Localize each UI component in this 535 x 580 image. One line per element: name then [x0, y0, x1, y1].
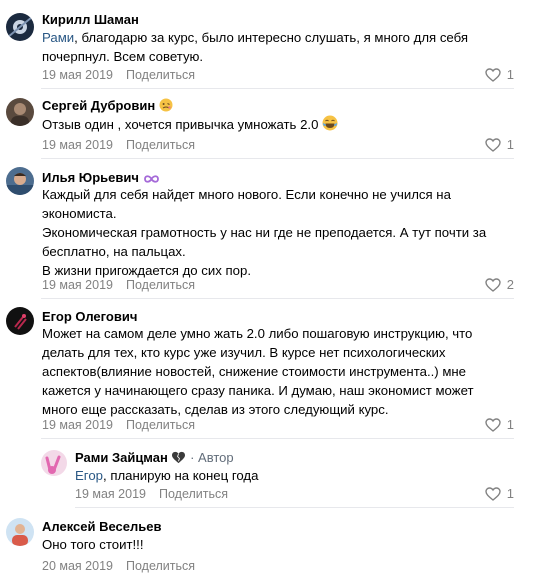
like-count: 1 — [506, 417, 514, 432]
author-name: Илья Юрьевич — [42, 170, 160, 186]
comment-date[interactable]: 19 мая 2019 — [42, 68, 113, 82]
like-button[interactable]: 1 — [485, 67, 514, 83]
share-button[interactable]: Поделиться — [126, 68, 195, 82]
share-button[interactable]: Поделиться — [126, 418, 195, 432]
avatar[interactable] — [6, 307, 34, 335]
avatar[interactable] — [6, 167, 34, 195]
avatar[interactable] — [41, 450, 67, 476]
author-name: Сергей Дубровин — [42, 98, 173, 114]
comment-meta: 19 мая 2019 Поделиться — [42, 417, 195, 433]
comment-date[interactable]: 19 мая 2019 — [42, 138, 113, 152]
heart-outline-icon — [485, 138, 501, 152]
woozy-face-emoji — [159, 98, 173, 112]
author-name[interactable]: Алексей Весельев — [42, 519, 161, 535]
heart-outline-icon — [485, 418, 501, 432]
like-count: 1 — [506, 67, 514, 82]
share-button[interactable]: Поделиться — [126, 138, 195, 152]
comment-date[interactable]: 19 мая 2019 — [75, 487, 146, 501]
mention-link[interactable]: Рами — [42, 30, 74, 45]
author-badge: · Автор — [186, 450, 234, 465]
comment-text: Может на самом деле умно жать 2.0 либо п… — [42, 326, 474, 417]
comment-text: Оно того стоит!!! — [42, 537, 144, 552]
share-button[interactable]: Поделиться — [159, 487, 228, 501]
comment-meta: 19 мая 2019 Поделиться — [75, 486, 228, 502]
like-button[interactable]: 1 — [485, 417, 514, 433]
share-button[interactable]: Поделиться — [126, 559, 195, 573]
tears-of-joy-emoji — [322, 115, 338, 131]
avatar[interactable] — [6, 13, 34, 41]
like-count: 1 — [506, 486, 514, 501]
like-count: 2 — [506, 277, 514, 292]
infinity-emoji — [143, 175, 159, 183]
divider — [41, 298, 514, 299]
author-name[interactable]: Егор Олегович — [42, 309, 137, 325]
comment-date[interactable]: 20 мая 2019 — [42, 559, 113, 573]
like-button[interactable]: 2 — [485, 277, 514, 293]
divider — [75, 507, 514, 508]
like-count: 1 — [506, 137, 514, 152]
comment-text: Отзыв один , хочется привычка умножать 2… — [42, 115, 512, 134]
author-name: Рами Зайцман · Автор — [75, 450, 234, 465]
comment-meta: 20 мая 2019 Поделиться — [42, 558, 195, 574]
divider — [41, 88, 514, 89]
comment-date[interactable]: 19 мая 2019 — [42, 418, 113, 432]
comment-meta: 19 мая 2019 Поделиться — [42, 137, 195, 153]
like-button[interactable]: 1 — [485, 486, 514, 502]
divider — [41, 438, 514, 439]
heart-outline-icon — [485, 487, 501, 501]
avatar[interactable] — [6, 518, 34, 546]
heart-outline-icon — [485, 68, 501, 82]
comment-meta: 19 мая 2019 Поделиться — [42, 277, 195, 293]
heart-outline-icon — [485, 278, 501, 292]
like-button[interactable]: 1 — [485, 137, 514, 153]
comment-text: Каждый для себя найдет много нового. Есл… — [42, 187, 487, 278]
avatar[interactable] — [6, 98, 34, 126]
black-heart-emoji — [172, 451, 186, 464]
comment-meta: 19 мая 2019 Поделиться — [42, 67, 195, 83]
divider — [41, 158, 514, 159]
comment-text: Егор, планирую на конец года — [75, 468, 259, 483]
comment-date[interactable]: 19 мая 2019 — [42, 278, 113, 292]
author-name[interactable]: Кирилл Шаман — [42, 12, 139, 28]
mention-link[interactable]: Егор — [75, 468, 103, 483]
share-button[interactable]: Поделиться — [126, 278, 195, 292]
comment-text: Рами, благодарю за курс, было интересно … — [42, 30, 469, 64]
